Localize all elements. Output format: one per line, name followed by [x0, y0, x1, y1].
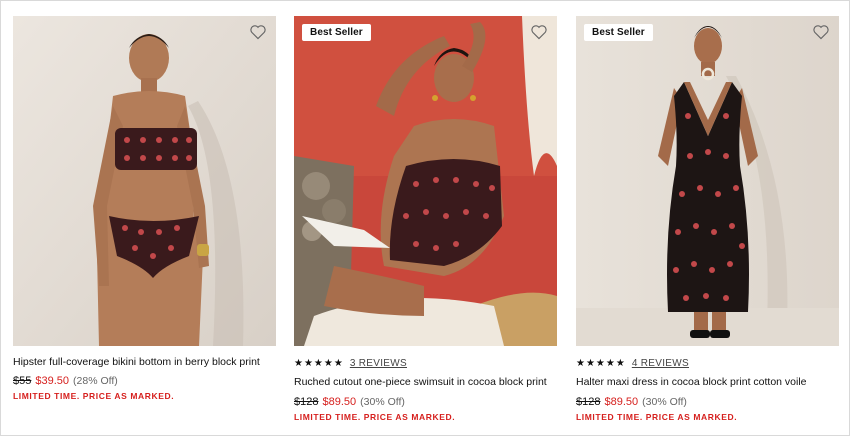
original-price: $128: [294, 396, 319, 408]
original-price: $128: [576, 396, 601, 408]
reviews-link[interactable]: 4 REVIEWS: [632, 358, 689, 369]
rating-row: ★★★★★ 4 REVIEWS: [576, 356, 839, 370]
promo-text: LIMITED TIME. PRICE AS MARKED.: [294, 412, 456, 422]
sale-price: $39.50: [35, 375, 70, 387]
discount-percent: (28% Off): [73, 375, 118, 387]
product-card-bikini-bottom[interactable]: Hipster full-coverage bikini bottom in b…: [13, 16, 276, 401]
discount-percent: (30% Off): [360, 396, 405, 408]
heart-icon[interactable]: [249, 24, 267, 40]
product-name[interactable]: Hipster full-coverage bikini bottom in b…: [13, 356, 276, 369]
price-row: $128 $89.50 (30% Off): [576, 395, 839, 409]
product-photo: [13, 16, 276, 346]
product-image[interactable]: Best Seller: [576, 16, 839, 346]
best-seller-badge: Best Seller: [584, 24, 653, 41]
star-rating: ★★★★★: [294, 357, 344, 369]
original-price: $55: [13, 375, 32, 387]
product-image[interactable]: [13, 16, 276, 346]
price-row: $55 $39.50 (28% Off): [13, 374, 276, 388]
product-name[interactable]: Halter maxi dress in cocoa block print c…: [576, 376, 839, 389]
heart-icon[interactable]: [530, 24, 548, 40]
product-card-maxi-dress[interactable]: Best Seller ★★★★★ 4 REVIEWS Halter maxi …: [576, 16, 839, 422]
reviews-link[interactable]: 3 REVIEWS: [350, 358, 407, 369]
product-image[interactable]: Best Seller: [294, 16, 557, 346]
heart-icon[interactable]: [812, 24, 830, 40]
rating-row: ★★★★★ 3 REVIEWS: [294, 356, 557, 370]
promo-text: LIMITED TIME. PRICE AS MARKED.: [576, 412, 738, 422]
best-seller-badge: Best Seller: [302, 24, 371, 41]
product-photo: [576, 16, 839, 346]
product-card-one-piece[interactable]: Best Seller ★★★★★ 3 REVIEWS Ruched cutou…: [294, 16, 557, 422]
product-name[interactable]: Ruched cutout one-piece swimsuit in coco…: [294, 376, 557, 389]
discount-percent: (30% Off): [642, 396, 687, 408]
price-row: $128 $89.50 (30% Off): [294, 395, 557, 409]
product-photo: [294, 16, 557, 346]
promo-text: LIMITED TIME. PRICE AS MARKED.: [13, 391, 175, 401]
sale-price: $89.50: [322, 396, 357, 408]
sale-price: $89.50: [604, 396, 639, 408]
star-rating: ★★★★★: [576, 357, 626, 369]
